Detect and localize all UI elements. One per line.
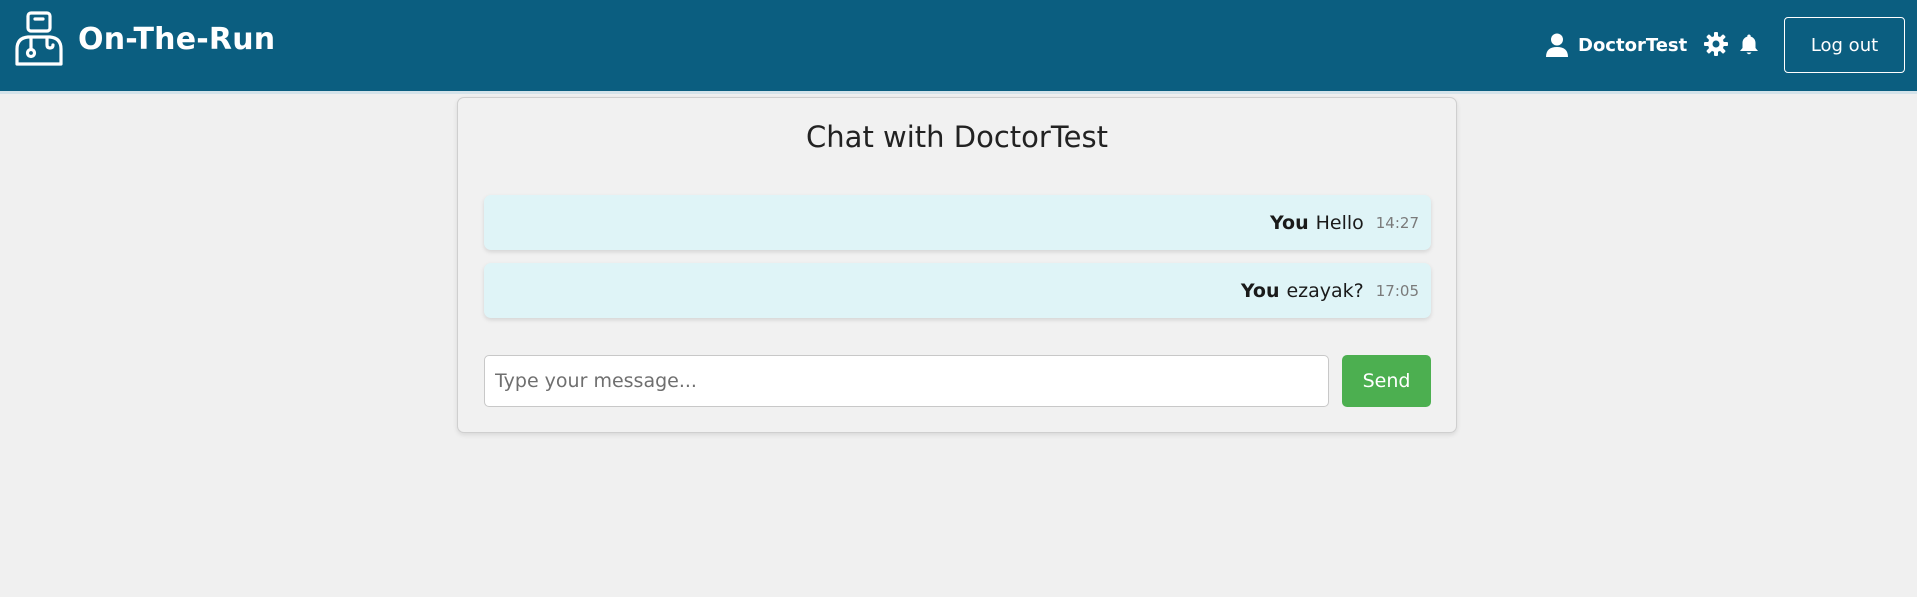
chat-title: Chat with DoctorTest	[806, 120, 1108, 154]
gear-icon[interactable]	[1704, 32, 1728, 56]
logout-button[interactable]: Log out	[1784, 17, 1905, 73]
message-sender: You	[1240, 279, 1280, 302]
message-timestamp: 14:27	[1375, 213, 1419, 232]
chat-panel: Chat with DoctorTest You Hello 14:27 You…	[457, 97, 1457, 433]
username-label: DoctorTest	[1578, 34, 1688, 56]
doctor-logo-icon	[15, 11, 63, 66]
message-timestamp: 17:05	[1375, 281, 1419, 300]
brand-name: On-The-Run	[78, 21, 276, 57]
message-input[interactable]	[484, 355, 1329, 407]
chat-message: You ezayak? 17:05	[484, 263, 1431, 318]
bell-icon[interactable]	[1737, 33, 1761, 57]
message-text: Hello	[1315, 211, 1364, 234]
user-icon	[1546, 33, 1568, 57]
brand[interactable]: On-The-Run	[14, 11, 275, 67]
send-button[interactable]: Send	[1342, 355, 1431, 407]
user-profile-link[interactable]: DoctorTest	[1546, 28, 1687, 62]
message-text: ezayak?	[1286, 279, 1364, 302]
top-navbar: On-The-Run DoctorTest Log out	[0, 0, 1917, 94]
message-sender: You	[1270, 211, 1309, 234]
chat-message: You Hello 14:27	[484, 195, 1431, 250]
